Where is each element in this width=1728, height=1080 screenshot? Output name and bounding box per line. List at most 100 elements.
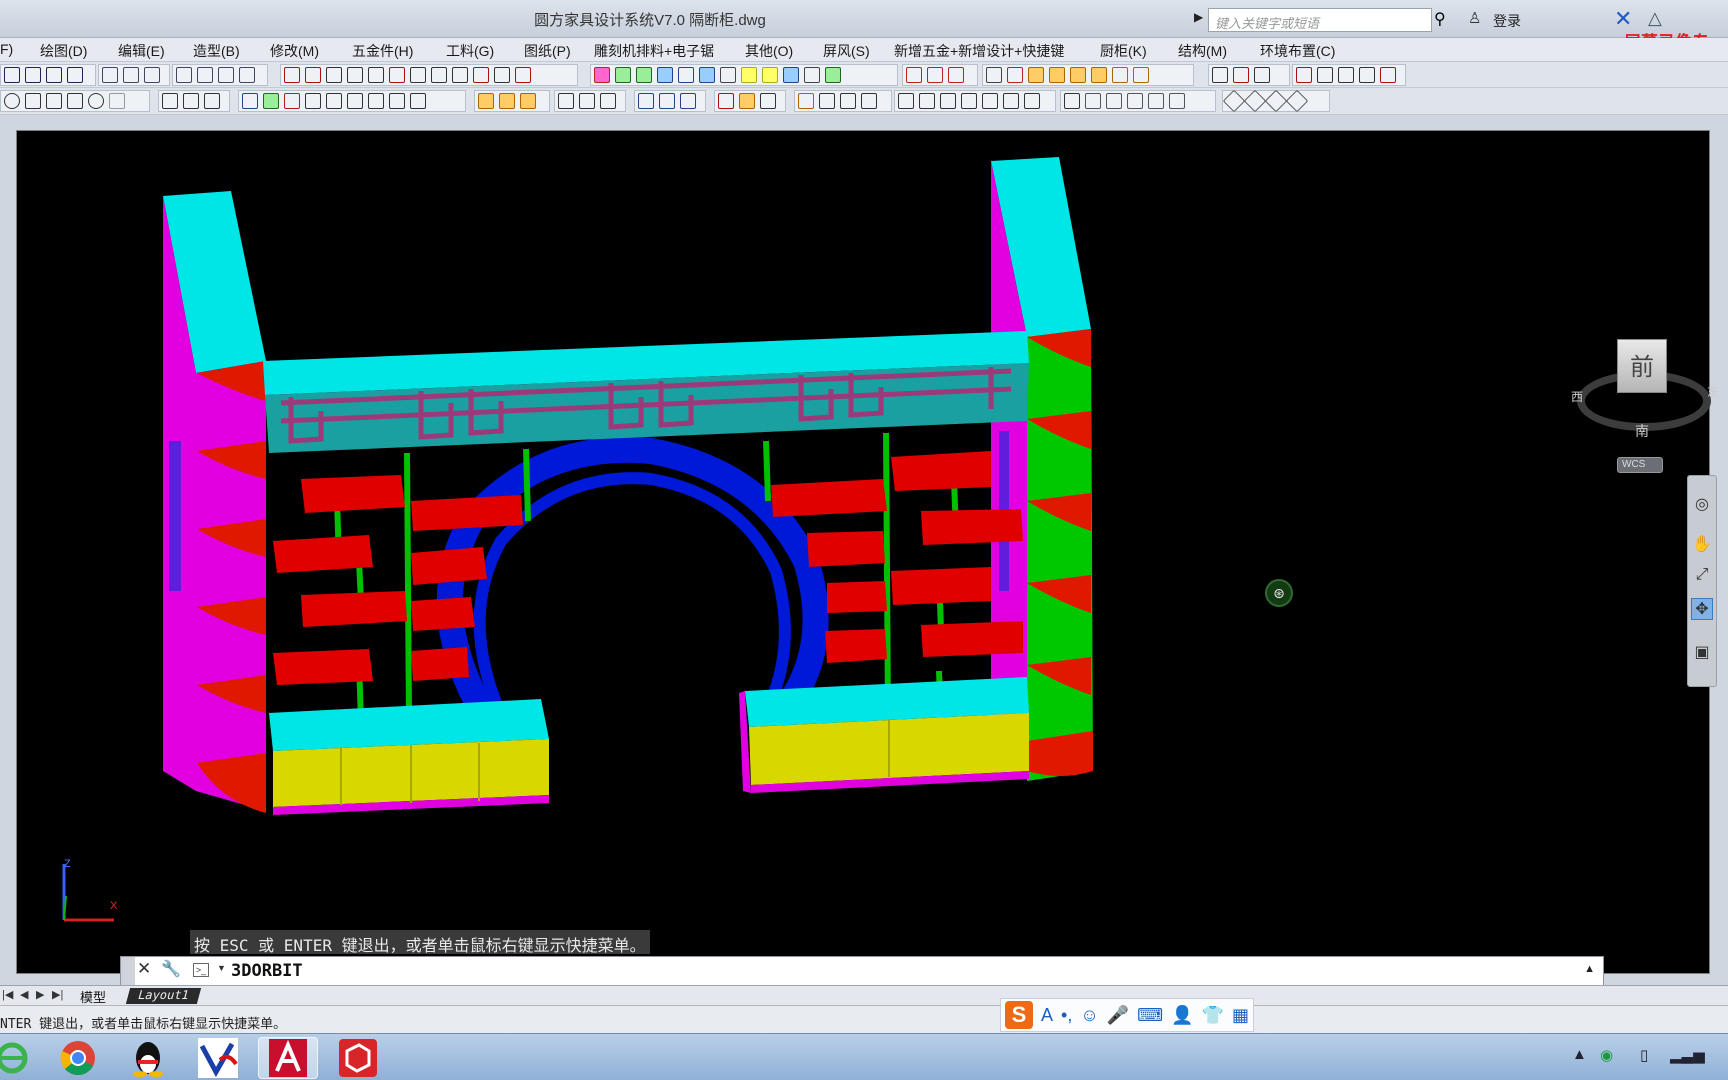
search-expand-icon[interactable]: ▶ (1194, 10, 1203, 24)
tool-icon[interactable] (197, 67, 213, 83)
tool-icon[interactable] (478, 93, 494, 109)
tool-icon[interactable] (1148, 93, 1164, 109)
menu-model[interactable]: 造型(B) (193, 41, 240, 61)
tool-icon[interactable] (1338, 67, 1354, 83)
tool-icon[interactable] (898, 93, 914, 109)
tool-icon[interactable] (699, 67, 715, 83)
tool-icon[interactable] (4, 93, 20, 109)
tool-icon[interactable] (1091, 67, 1107, 83)
menu-new-hardware[interactable]: 新增五金+新增设计+快捷键 (894, 41, 1064, 61)
menu-hardware[interactable]: 五金件(H) (352, 41, 413, 61)
tool-icon[interactable] (741, 67, 757, 83)
tab-first-icon[interactable]: |◀ (2, 988, 13, 1001)
tool-icon[interactable] (389, 93, 405, 109)
steering-wheel-icon[interactable]: ◎ (1691, 494, 1713, 516)
tool-icon[interactable] (218, 67, 234, 83)
tool-icon[interactable] (1222, 89, 1246, 113)
zoom-icon[interactable]: ⤢ (1691, 564, 1713, 586)
command-prompt-icon[interactable]: >_ (193, 963, 209, 977)
security-icon[interactable]: ◉ (1600, 1046, 1613, 1064)
grid-menu-icon[interactable]: ▦ (1232, 1005, 1249, 1026)
tool-icon[interactable] (636, 67, 652, 83)
tool-icon[interactable] (680, 93, 696, 109)
tool-icon[interactable] (1243, 89, 1267, 113)
tool-icon[interactable] (739, 93, 755, 109)
user-icon[interactable]: ♙ (1468, 9, 1481, 27)
menu-environment[interactable]: 环境布置(C) (1260, 41, 1335, 61)
tool-icon[interactable] (1106, 93, 1122, 109)
sogou-logo-icon[interactable]: S (1005, 1001, 1034, 1029)
tool-icon[interactable] (600, 93, 616, 109)
tool-icon[interactable] (1296, 67, 1312, 83)
menu-engraving[interactable]: 雕刻机排料+电子锯 (594, 41, 714, 61)
user-icon[interactable]: 👤 (1171, 1005, 1193, 1026)
emoji-icon[interactable]: ☺ (1080, 1005, 1098, 1026)
tool-icon[interactable] (760, 93, 776, 109)
chevron-down-icon[interactable]: ▼ (217, 963, 226, 973)
tool-icon[interactable] (123, 67, 139, 83)
tool-icon[interactable] (1024, 93, 1040, 109)
tool-icon[interactable] (906, 67, 922, 83)
tool-icon[interactable] (1233, 67, 1249, 83)
tool-icon[interactable] (183, 93, 199, 109)
tool-icon[interactable] (982, 93, 998, 109)
chevron-up-icon[interactable]: ▲ (1584, 963, 1595, 975)
chrome-icon[interactable] (48, 1037, 108, 1079)
tool-icon[interactable] (102, 67, 118, 83)
tool-icon[interactable] (1212, 67, 1228, 83)
tool-icon[interactable] (410, 93, 426, 109)
wrench-icon[interactable]: 🔧 (161, 959, 181, 979)
menu-screen[interactable]: 屏风(S) (823, 41, 870, 61)
tool-icon[interactable] (368, 93, 384, 109)
tool-icon[interactable] (67, 67, 83, 83)
tool-icon[interactable] (798, 93, 814, 109)
menu-other[interactable]: 其他(O) (745, 41, 793, 61)
tool-icon[interactable] (804, 67, 820, 83)
tool-icon[interactable] (657, 67, 673, 83)
view-cube[interactable]: 前 南 西 东 (1571, 331, 1721, 441)
tool-icon[interactable] (4, 67, 20, 83)
tool-icon[interactable] (305, 67, 321, 83)
tab-prev-icon[interactable]: ◀ (20, 988, 28, 1001)
menu-draw[interactable]: 绘图(D) (40, 41, 87, 61)
tool-icon[interactable] (1112, 67, 1128, 83)
tool-icon[interactable] (284, 67, 300, 83)
tool-icon[interactable] (638, 93, 654, 109)
tool-icon[interactable] (176, 67, 192, 83)
tool-icon[interactable] (961, 93, 977, 109)
tool-icon[interactable] (1007, 67, 1023, 83)
menu-drawings[interactable]: 图纸(P) (524, 41, 571, 61)
drawing-viewport[interactable]: 前 南 西 东 WCS ◎ ✋ ⤢ ✥ ▣ ⊛ (16, 130, 1719, 974)
tray-expand-icon[interactable]: ▲ (1572, 1046, 1587, 1063)
punctuation-icon[interactable]: •, (1061, 1005, 1072, 1026)
tool-icon[interactable] (594, 67, 610, 83)
tool-icon[interactable] (347, 93, 363, 109)
command-line[interactable]: ✕ 🔧 >_ ▼ 3DORBIT ▲ (120, 956, 1604, 986)
tool-icon[interactable] (762, 67, 778, 83)
tool-icon[interactable] (204, 93, 220, 109)
search-input[interactable]: 键入关键字或短语 (1208, 8, 1432, 32)
tool-icon[interactable] (1380, 67, 1396, 83)
tool-icon[interactable] (46, 93, 62, 109)
tool-icon[interactable] (940, 93, 956, 109)
tool-icon[interactable] (718, 93, 734, 109)
tool-icon[interactable] (109, 93, 125, 109)
tool-icon[interactable] (948, 67, 964, 83)
menu-modify[interactable]: 修改(M) (270, 41, 319, 61)
ie-icon[interactable] (0, 1037, 42, 1079)
compass-east[interactable]: 东 (1707, 383, 1719, 400)
tool-icon[interactable] (431, 67, 447, 83)
tool-icon[interactable] (88, 93, 104, 109)
tool-icon[interactable] (1049, 67, 1065, 83)
tool-icon[interactable] (1028, 67, 1044, 83)
tool-icon[interactable] (389, 67, 405, 83)
tool-icon[interactable] (919, 93, 935, 109)
a360-icon[interactable]: △ (1648, 8, 1662, 29)
tool-icon[interactable] (326, 67, 342, 83)
tool-icon[interactable] (347, 67, 363, 83)
keyboard-icon[interactable]: ⌨ (1137, 1005, 1163, 1026)
tool-icon[interactable] (840, 93, 856, 109)
autocad-icon[interactable] (258, 1037, 318, 1079)
tool-icon[interactable] (494, 67, 510, 83)
tool-icon[interactable] (579, 93, 595, 109)
